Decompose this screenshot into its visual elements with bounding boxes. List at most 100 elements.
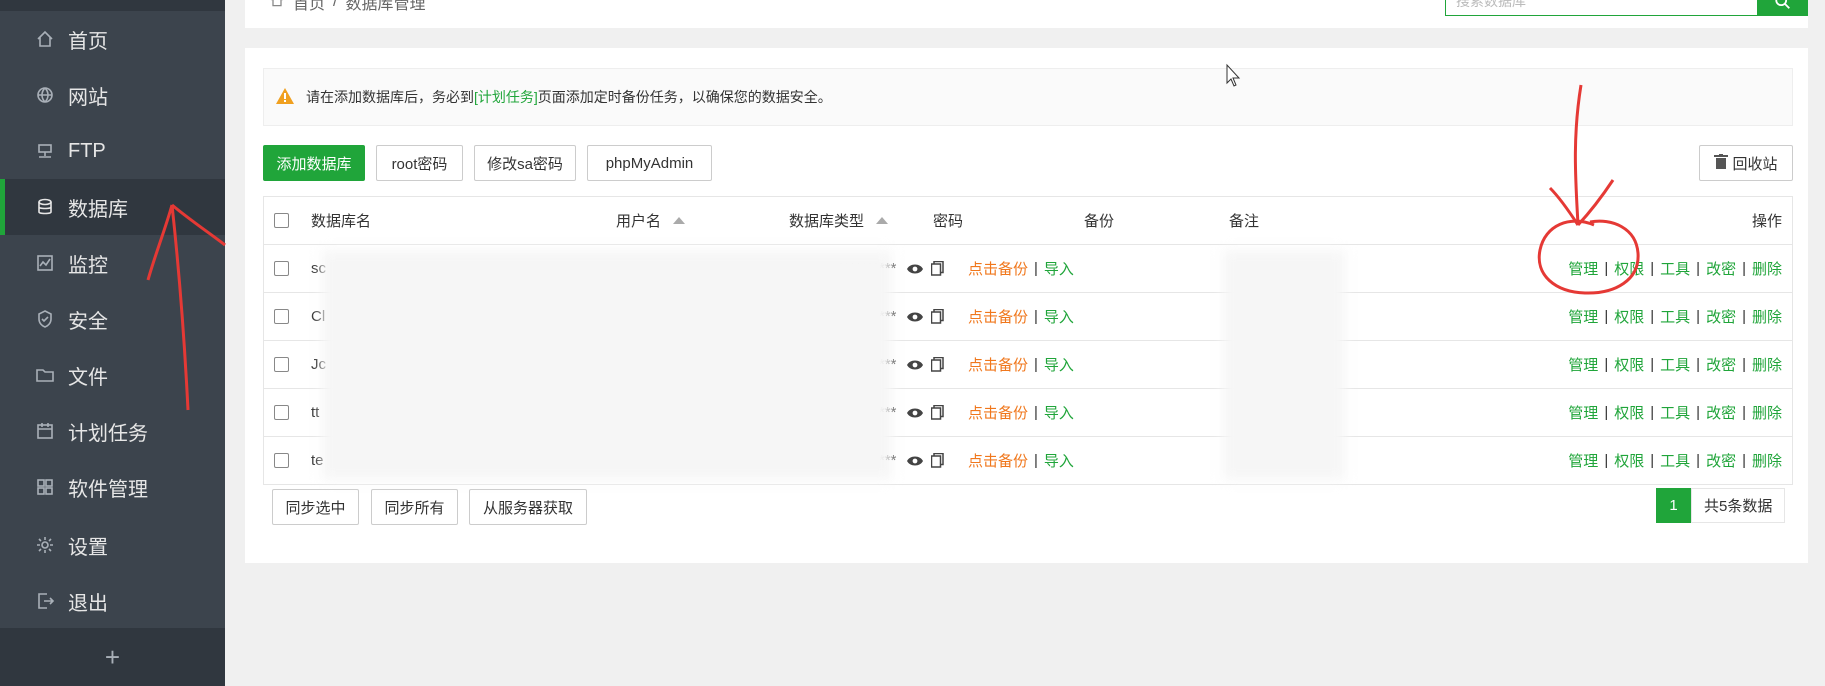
copy-password-icon[interactable] xyxy=(931,245,944,292)
action-separator: | xyxy=(1604,452,1609,469)
ftp-icon xyxy=(34,140,56,162)
sidebar-item-files[interactable]: 文件 xyxy=(0,347,225,403)
action-2-link[interactable]: 工具 xyxy=(1660,450,1690,471)
action-3-link[interactable]: 改密 xyxy=(1706,402,1736,423)
action-0-link[interactable]: 管理 xyxy=(1568,258,1598,279)
breadcrumb-separator: / xyxy=(333,0,338,10)
action-1-link[interactable]: 权限 xyxy=(1614,402,1644,423)
copy-password-icon[interactable] xyxy=(931,437,944,484)
action-2-link[interactable]: 工具 xyxy=(1660,258,1690,279)
action-1-link[interactable]: 权限 xyxy=(1614,450,1644,471)
show-password-eye-icon[interactable] xyxy=(907,389,923,436)
calendar-icon xyxy=(34,420,56,442)
sidebar-add-button[interactable]: + xyxy=(0,628,225,686)
sidebar-item-label: 数据库 xyxy=(68,198,128,221)
breadcrumb-home[interactable]: 首页 xyxy=(293,0,325,14)
import-link[interactable]: 导入 xyxy=(1044,258,1074,279)
phpmyadmin-button[interactable]: phpMyAdmin xyxy=(587,145,712,181)
action-separator: | xyxy=(1604,404,1609,421)
backup-link[interactable]: 点击备份 xyxy=(968,258,1028,279)
action-0-link[interactable]: 管理 xyxy=(1568,306,1598,327)
action-0-link[interactable]: 管理 xyxy=(1568,450,1598,471)
add-database-button[interactable]: 添加数据库 xyxy=(263,145,365,181)
action-separator: | xyxy=(1696,260,1701,277)
tip-text-suffix: 页面添加定时备份任务，以确保您的数据安全。 xyxy=(537,89,832,105)
show-password-eye-icon[interactable] xyxy=(907,437,923,484)
backup-link[interactable]: 点击备份 xyxy=(968,306,1028,327)
action-4-link[interactable]: 删除 xyxy=(1752,258,1782,279)
column-header-name: 数据库名 xyxy=(311,213,372,230)
home-icon xyxy=(34,28,56,50)
breadcrumb-current: 数据库管理 xyxy=(345,0,426,13)
action-0-link[interactable]: 管理 xyxy=(1568,402,1598,423)
action-4-link[interactable]: 删除 xyxy=(1752,402,1782,423)
action-3-link[interactable]: 改密 xyxy=(1706,450,1736,471)
action-0-link[interactable]: 管理 xyxy=(1568,354,1598,375)
column-header-user[interactable]: 用户名 xyxy=(616,197,686,244)
sidebar-item-label: 退出 xyxy=(68,592,108,615)
action-4-link[interactable]: 删除 xyxy=(1752,306,1782,327)
root-password-button[interactable]: root密码 xyxy=(376,145,463,181)
column-header-password: 密码 xyxy=(933,213,964,230)
row-checkbox[interactable] xyxy=(274,309,289,324)
pagination-page-1[interactable]: 1 xyxy=(1656,488,1691,523)
row-checkbox[interactable] xyxy=(274,357,289,372)
row-checkbox[interactable] xyxy=(274,261,289,276)
action-separator: | xyxy=(1696,404,1701,421)
row-actions: 管理 | 权限 | 工具 | 改密 | 删除 xyxy=(1568,245,1782,292)
action-separator: | xyxy=(1696,452,1701,469)
sync-all-button[interactable]: 同步所有 xyxy=(371,489,458,525)
copy-password-icon[interactable] xyxy=(931,293,944,340)
fetch-from-server-button[interactable]: 从服务器获取 xyxy=(469,489,587,525)
import-link[interactable]: 导入 xyxy=(1044,306,1074,327)
row-checkbox[interactable] xyxy=(274,453,289,468)
import-link[interactable]: 导入 xyxy=(1044,354,1074,375)
database-icon xyxy=(34,196,56,218)
import-link[interactable]: 导入 xyxy=(1044,402,1074,423)
column-header-type[interactable]: 数据库类型 xyxy=(789,197,889,244)
shield-icon xyxy=(34,308,56,330)
action-1-link[interactable]: 权限 xyxy=(1614,354,1644,375)
sidebar-item-ftp[interactable]: FTP xyxy=(0,123,225,179)
copy-password-icon[interactable] xyxy=(931,341,944,388)
sidebar-item-cron[interactable]: 计划任务 xyxy=(0,403,225,459)
backup-separator: | xyxy=(1034,404,1038,421)
action-2-link[interactable]: 工具 xyxy=(1660,354,1690,375)
search-input[interactable]: 搜索数据库 xyxy=(1445,0,1758,16)
action-4-link[interactable]: 删除 xyxy=(1752,450,1782,471)
recycle-bin-button[interactable]: 回收站 xyxy=(1699,145,1793,181)
sidebar-item-security[interactable]: 安全 xyxy=(0,291,225,347)
sidebar-item-website[interactable]: 网站 xyxy=(0,67,225,123)
database-name[interactable]: tt xyxy=(311,389,319,436)
sidebar-item-logout[interactable]: 退出 xyxy=(0,573,225,629)
show-password-eye-icon[interactable] xyxy=(907,245,923,292)
copy-password-icon[interactable] xyxy=(931,389,944,436)
globe-icon xyxy=(34,84,56,106)
action-4-link[interactable]: 删除 xyxy=(1752,354,1782,375)
cron-link[interactable]: [计划任务] xyxy=(474,87,538,107)
backup-link[interactable]: 点击备份 xyxy=(968,450,1028,471)
select-all-checkbox[interactable] xyxy=(274,213,289,228)
sync-selected-button[interactable]: 同步选中 xyxy=(272,489,359,525)
search-button[interactable] xyxy=(1758,0,1808,16)
import-link[interactable]: 导入 xyxy=(1044,450,1074,471)
show-password-eye-icon[interactable] xyxy=(907,341,923,388)
row-checkbox[interactable] xyxy=(274,405,289,420)
action-1-link[interactable]: 权限 xyxy=(1614,306,1644,327)
action-3-link[interactable]: 改密 xyxy=(1706,354,1736,375)
sidebar-item-database[interactable]: 数据库 xyxy=(0,179,225,235)
sidebar-item-settings[interactable]: 设置 xyxy=(0,517,225,573)
sidebar-item-software[interactable]: 软件管理 xyxy=(0,459,225,515)
sidebar-item-home[interactable]: 首页 xyxy=(0,11,225,67)
action-2-link[interactable]: 工具 xyxy=(1660,306,1690,327)
backup-link[interactable]: 点击备份 xyxy=(968,354,1028,375)
action-separator: | xyxy=(1604,356,1609,373)
change-sa-password-button[interactable]: 修改sa密码 xyxy=(474,145,576,181)
show-password-eye-icon[interactable] xyxy=(907,293,923,340)
action-3-link[interactable]: 改密 xyxy=(1706,258,1736,279)
action-1-link[interactable]: 权限 xyxy=(1614,258,1644,279)
action-3-link[interactable]: 改密 xyxy=(1706,306,1736,327)
backup-link[interactable]: 点击备份 xyxy=(968,402,1028,423)
sidebar-item-monitor[interactable]: 监控 xyxy=(0,235,225,291)
action-2-link[interactable]: 工具 xyxy=(1660,402,1690,423)
